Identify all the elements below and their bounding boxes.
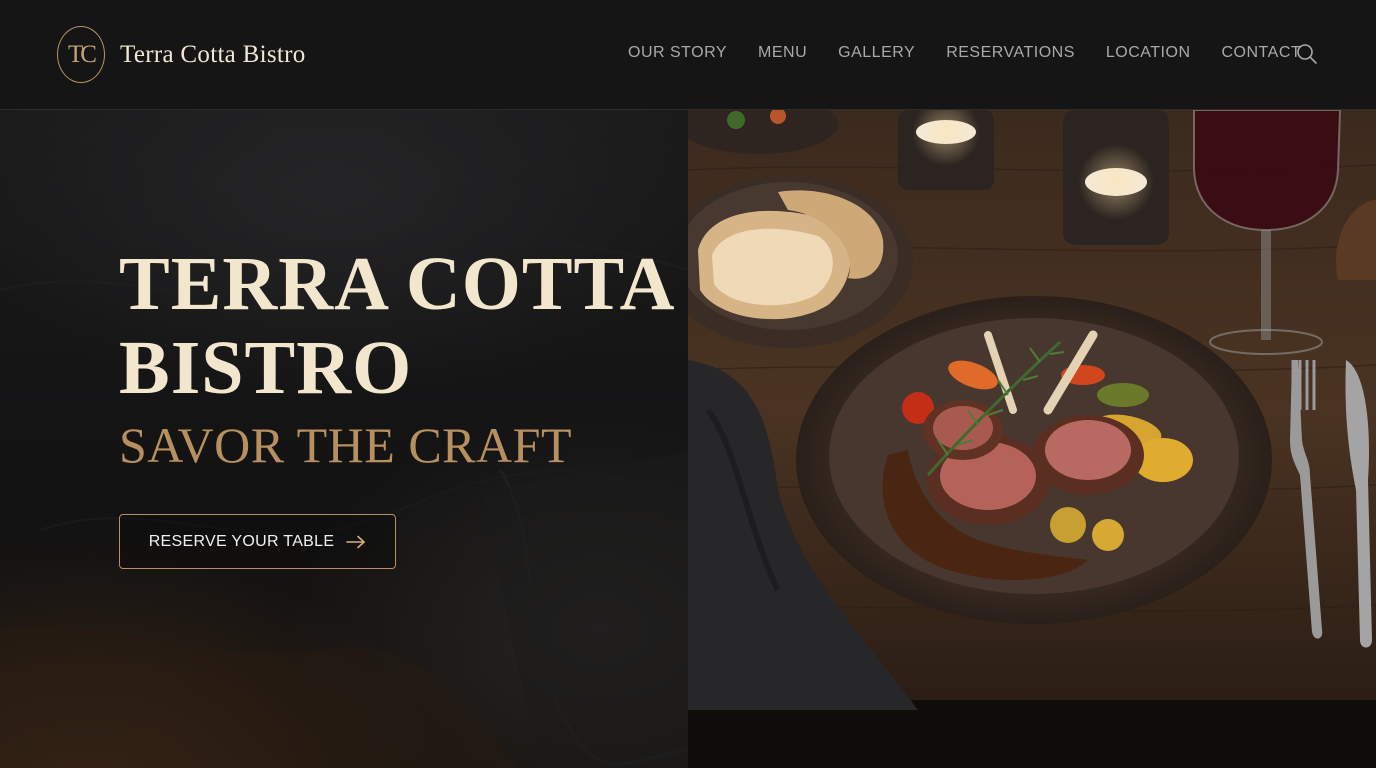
- brand-name: Terra Cotta Bistro: [120, 40, 306, 68]
- search-button[interactable]: [1296, 43, 1318, 65]
- hero-food-photo: [688, 110, 1376, 768]
- hero-title-line1: TERRA COTTA: [119, 242, 676, 326]
- nav-item-our-story[interactable]: OUR STORY: [628, 44, 727, 62]
- nav-item-menu[interactable]: MENU: [758, 44, 807, 62]
- nav-item-reservations[interactable]: RESERVATIONS: [946, 44, 1075, 62]
- hero-title-line2: BISTRO: [119, 326, 413, 410]
- reserve-table-label: RESERVE YOUR TABLE: [148, 532, 335, 550]
- arrow-right-icon: [346, 535, 366, 548]
- hero-tagline: SAVOR THE CRAFT: [119, 417, 572, 473]
- hero-text-panel: TERRA COTTA BISTRO SAVOR THE CRAFT RESER…: [0, 110, 688, 768]
- brand-logo[interactable]: TC Terra Cotta Bistro: [57, 26, 306, 83]
- nav-item-contact[interactable]: CONTACT: [1222, 44, 1302, 62]
- search-icon: [1297, 44, 1317, 64]
- nav-item-location[interactable]: LOCATION: [1106, 44, 1191, 62]
- monogram-logo: TC: [57, 26, 105, 83]
- nav-item-gallery[interactable]: GALLERY: [838, 44, 915, 62]
- main-nav: OUR STORY MENU GALLERY RESERVATIONS LOCA…: [628, 44, 1301, 62]
- food-photo-illustration: [688, 110, 1376, 768]
- reserve-table-button[interactable]: RESERVE YOUR TABLE: [119, 514, 396, 569]
- site-header: TC Terra Cotta Bistro OUR STORY MENU GAL…: [0, 0, 1376, 110]
- hero-title: TERRA COTTA BISTRO: [119, 242, 679, 410]
